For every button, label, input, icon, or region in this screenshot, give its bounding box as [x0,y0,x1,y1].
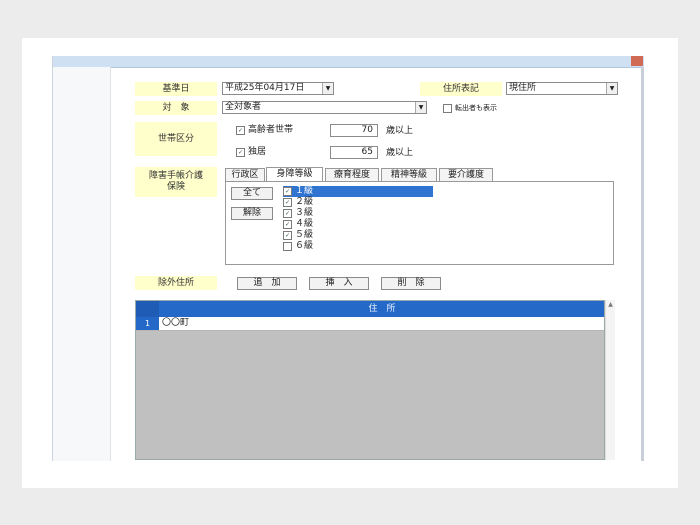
single-age-input[interactable]: 65 [330,146,378,159]
shogai-label: 障害手帳介護保険 [135,167,217,197]
tab-gyoseiku[interactable]: 行政区 [225,168,265,181]
tab-ryoiku-teido[interactable]: 療育程度 [325,168,379,181]
title-bar [53,56,644,68]
list-item[interactable]: ✓ １級 [283,186,433,197]
check-icon[interactable]: ✓ [283,220,292,229]
check-icon[interactable]: ✓ [236,148,245,157]
address-cell[interactable]: 〇〇町 [162,317,189,330]
kijunbi-value: 平成25年04月17日 [225,83,305,93]
single-label: 独居 [248,147,267,157]
address-grid: 住 所 1 〇〇町 [135,300,605,460]
jusho-hyoki-value: 現住所 [509,83,537,93]
chevron-down-icon[interactable]: ▼ [322,83,333,94]
row-number: 1 [136,317,159,330]
check-icon[interactable]: ✓ [283,187,292,196]
chevron-down-icon[interactable]: ▼ [415,102,426,113]
grade-label: ４級 [295,219,314,229]
add-button[interactable]: 追 加 [237,277,297,290]
tab-yokaigodo[interactable]: 要介護度 [439,168,493,181]
grade-list: ✓ １級 ✓ ２級 ✓ ３級 ✓ ４級 ✓ ５級 ６級 [283,186,613,264]
grid-scrollbar[interactable]: ▲ [605,300,615,460]
delete-button[interactable]: 削 除 [381,277,441,290]
grade-label: ２級 [295,197,314,207]
check-icon[interactable]: ✓ [283,198,292,207]
deselect-button[interactable]: 解除 [231,207,273,220]
taisho-select[interactable]: 全対象者 ▼ [222,101,427,114]
grade-label: ５級 [295,230,314,240]
checkbox-icon[interactable] [283,242,292,251]
grid-header: 住 所 [136,301,604,317]
checkbox-icon[interactable] [443,104,452,113]
setai-kubun-label: 世帯区分 [135,122,217,156]
grade-label: ３級 [295,208,314,218]
window-edge [641,67,644,461]
chevron-up-icon[interactable]: ▲ [606,300,615,309]
single-checkbox[interactable]: ✓ 独居 [236,147,266,158]
exclude-address-label: 除外住所 [135,276,217,290]
grade-label: ６級 [295,241,314,251]
check-icon[interactable]: ✓ [283,231,292,240]
taisho-value: 全対象者 [225,102,262,112]
list-item[interactable]: ✓ ２級 [283,197,433,208]
list-item[interactable]: ✓ ５級 [283,230,433,241]
chevron-down-icon[interactable]: ▼ [606,83,617,94]
left-pane [53,67,111,461]
check-icon[interactable]: ✓ [236,126,245,135]
kijunbi-select[interactable]: 平成25年04月17日 ▼ [222,82,334,95]
elderly-checkbox[interactable]: ✓ 高齢者世帯 [236,125,293,136]
tab-seishin-tokyu[interactable]: 精神等級 [381,168,437,181]
elderly-unit: 歳以上 [386,126,414,136]
grade-label: １級 [295,186,314,196]
list-item[interactable]: ✓ ３級 [283,208,433,219]
grid-corner [136,301,159,317]
single-unit: 歳以上 [386,148,414,158]
taisho-label: 対 象 [135,101,217,115]
column-header-address[interactable]: 住 所 [160,301,604,317]
elderly-age-input[interactable]: 70 [330,124,378,137]
jusho-hyoki-select[interactable]: 現住所 ▼ [506,82,618,95]
kijunbi-label: 基準日 [135,82,217,96]
select-all-button[interactable]: 全て [231,187,273,200]
check-icon[interactable]: ✓ [283,209,292,218]
elderly-label: 高齢者世帯 [248,125,294,135]
table-row[interactable]: 1 〇〇町 [136,317,604,331]
tab-shinsho-tokyu[interactable]: 身障等級 [266,167,323,181]
show-transferred-checkbox[interactable]: 転出者も表示 [443,103,497,114]
insert-button[interactable]: 挿 入 [309,277,369,290]
jusho-hyoki-label: 住所表記 [420,82,502,96]
list-item[interactable]: ６級 [283,241,433,252]
list-item[interactable]: ✓ ４級 [283,219,433,230]
show-transferred-label: 転出者も表示 [455,104,497,112]
close-icon[interactable] [631,56,643,66]
